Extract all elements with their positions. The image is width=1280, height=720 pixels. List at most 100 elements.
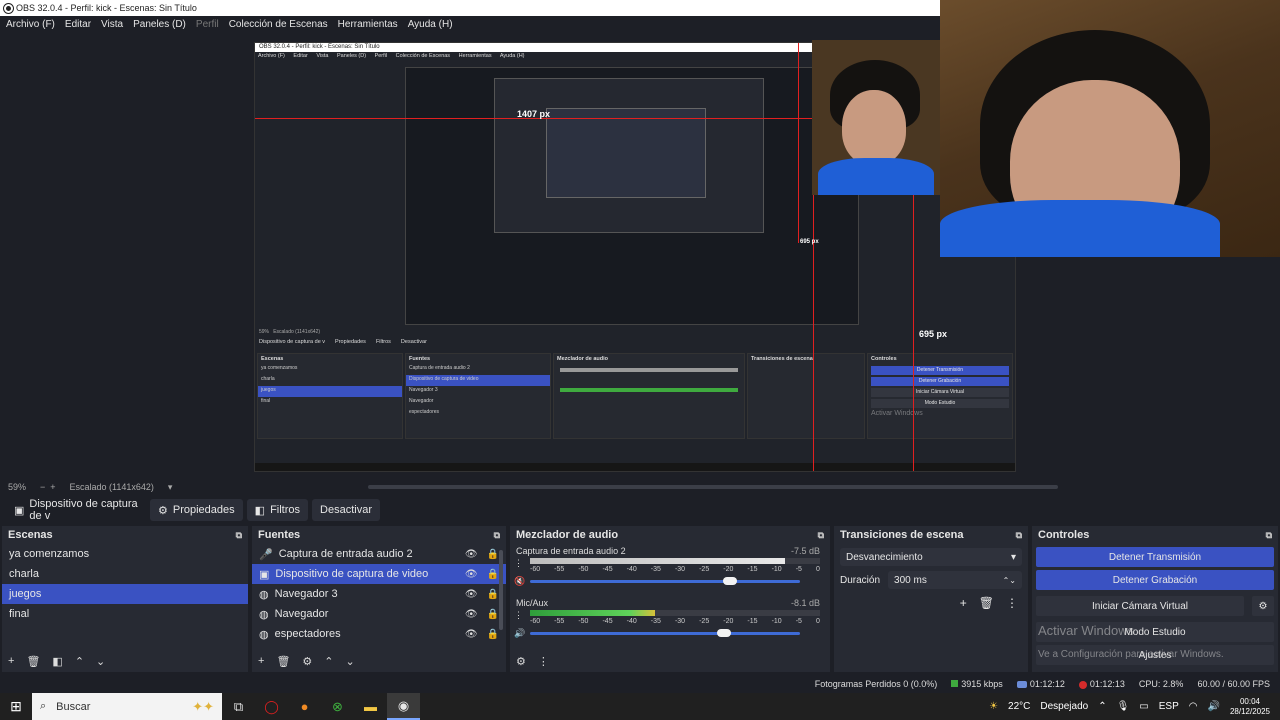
fps: 60.00 / 60.00 FPS bbox=[1197, 679, 1270, 689]
file-explorer-icon[interactable]: ▬ bbox=[354, 693, 387, 720]
source-item[interactable]: 🎤 Captura de entrada audio 2 👁 🔒 bbox=[252, 544, 506, 564]
microphone-icon: 🎤 bbox=[259, 548, 273, 561]
volume-fader[interactable] bbox=[530, 577, 800, 585]
webcam-shirt bbox=[940, 200, 1220, 257]
kebab-menu-icon[interactable]: ⋮ bbox=[538, 655, 549, 668]
microphone-icon[interactable]: 🎙 bbox=[1117, 701, 1130, 712]
weather-icon[interactable]: ☀ bbox=[989, 701, 998, 712]
chevron-up-icon[interactable]: ⌃ bbox=[324, 655, 333, 668]
broadcast-icon bbox=[1016, 681, 1027, 689]
chevron-up-icon[interactable]: ⌃ bbox=[1098, 701, 1106, 712]
scene-item[interactable]: ya comenzamos bbox=[2, 544, 248, 564]
add-icon[interactable]: + bbox=[258, 655, 264, 668]
stop-streaming-button[interactable]: Detener Transmisión bbox=[1036, 547, 1274, 567]
nested-scene: charla bbox=[261, 376, 275, 382]
duration-spinbox[interactable]: 300 ms ⌃⌄ bbox=[888, 571, 1022, 589]
chevron-down-icon[interactable]: ⌄ bbox=[346, 655, 355, 668]
volume-meter bbox=[530, 610, 820, 616]
lock-icon[interactable]: 🔒 bbox=[487, 609, 499, 620]
lock-icon[interactable]: 🔒 bbox=[487, 549, 499, 560]
lock-icon[interactable]: 🔒 bbox=[487, 629, 499, 640]
eye-icon[interactable]: 👁 bbox=[465, 549, 478, 560]
scene-item[interactable]: charla bbox=[2, 564, 248, 584]
menu-view[interactable]: Vista bbox=[101, 19, 123, 30]
scene-item-selected[interactable]: juegos bbox=[2, 584, 248, 604]
opera-icon[interactable]: ◯ bbox=[255, 693, 288, 720]
filters-button[interactable]: ◧ Filtros bbox=[246, 499, 309, 521]
trash-icon[interactable]: 🗑 bbox=[979, 596, 994, 610]
virtual-cam-settings-icon[interactable]: ⚙ bbox=[1252, 596, 1274, 616]
firefox-icon[interactable]: ● bbox=[288, 693, 321, 720]
eye-icon[interactable]: 👁 bbox=[465, 629, 478, 640]
menu-help[interactable]: Ayuda (H) bbox=[408, 19, 453, 30]
menu-tools[interactable]: Herramientas bbox=[338, 19, 398, 30]
menu-docks[interactable]: Paneles (D) bbox=[133, 19, 186, 30]
xbox-icon[interactable]: ⊗ bbox=[321, 693, 354, 720]
trash-icon[interactable]: 🗑 bbox=[26, 655, 40, 668]
network-icon[interactable]: ▭ bbox=[1139, 701, 1148, 712]
properties-label: Propiedades bbox=[172, 504, 235, 516]
zoom-level[interactable]: 59% bbox=[8, 482, 26, 492]
volume-fader[interactable] bbox=[530, 629, 800, 637]
source-item[interactable]: ◍ espectadores 👁 🔒 bbox=[252, 624, 506, 644]
nested-deactivate: Desactivar bbox=[400, 339, 427, 345]
kebab-menu-icon[interactable]: ⋮ bbox=[514, 558, 523, 569]
obs-taskbar-icon[interactable]: ◉ bbox=[387, 693, 420, 720]
gear-icon[interactable]: ⚙ bbox=[302, 655, 312, 668]
fader-knob[interactable] bbox=[722, 577, 737, 585]
properties-button[interactable]: ⚙ Propiedades bbox=[150, 499, 243, 521]
scale-label: -55 bbox=[554, 618, 565, 625]
menu-scene-collection[interactable]: Colección de Escenas bbox=[229, 19, 328, 30]
stop-recording-button[interactable]: Detener Grabación bbox=[1036, 570, 1274, 590]
eye-icon[interactable]: 👁 bbox=[465, 569, 478, 580]
duration-value: 300 ms bbox=[894, 574, 927, 586]
lock-icon[interactable]: 🔒 bbox=[487, 589, 499, 600]
task-view-icon[interactable]: ⧉ bbox=[222, 693, 255, 720]
start-virtual-cam-button[interactable]: Iniciar Cámara Virtual bbox=[1036, 596, 1244, 616]
nested-mixer-title: Mezclador de audio bbox=[557, 356, 609, 362]
undock-icon[interactable]: ⧉ bbox=[818, 530, 824, 541]
source-item-selected[interactable]: ▣ Dispositivo de captura de video 👁 🔒 bbox=[252, 564, 506, 584]
language-indicator[interactable]: ESP bbox=[1159, 701, 1179, 712]
sources-scrollbar[interactable] bbox=[499, 550, 503, 630]
chevron-up-icon[interactable]: ⌃ bbox=[75, 655, 84, 668]
filter-icon[interactable]: ◧ bbox=[52, 655, 62, 668]
weather-temp[interactable]: 22°C bbox=[1008, 701, 1030, 712]
weather-desc[interactable]: Despejado bbox=[1040, 701, 1088, 712]
spinner-icon[interactable]: ⌃⌄ bbox=[1003, 576, 1016, 585]
speaker-icon[interactable]: 🔊 bbox=[514, 628, 525, 639]
fader-knob[interactable] bbox=[717, 629, 732, 637]
deactivate-button[interactable]: Desactivar bbox=[312, 499, 380, 521]
nested-taskbar bbox=[255, 463, 1015, 471]
lock-icon[interactable]: 🔒 bbox=[487, 569, 499, 580]
kebab-menu-icon[interactable]: ⋮ bbox=[514, 610, 523, 621]
transition-select[interactable]: Desvanecimiento ▾ bbox=[840, 548, 1022, 566]
add-icon[interactable]: + bbox=[8, 655, 14, 668]
undock-icon[interactable]: ⧉ bbox=[1266, 530, 1272, 541]
wifi-icon[interactable]: ◠ bbox=[1189, 701, 1198, 712]
scene-item[interactable]: final bbox=[2, 604, 248, 624]
clock[interactable]: 00:04 28/12/2025 bbox=[1230, 697, 1270, 717]
undock-icon[interactable]: ⧉ bbox=[494, 530, 500, 541]
kebab-menu-icon[interactable]: ⋮ bbox=[1006, 596, 1018, 610]
menu-edit[interactable]: Editar bbox=[65, 19, 91, 30]
volume-icon[interactable]: 🔊 bbox=[1208, 701, 1220, 712]
add-icon[interactable]: + bbox=[960, 596, 967, 610]
undock-icon[interactable]: ⧉ bbox=[1016, 530, 1022, 541]
eye-icon[interactable]: 👁 bbox=[465, 589, 478, 600]
preview-horizontal-scrollbar[interactable] bbox=[368, 485, 1058, 489]
muted-speaker-icon[interactable]: 🔇 bbox=[514, 576, 525, 587]
eye-icon[interactable]: 👁 bbox=[465, 609, 478, 620]
windows-start-icon[interactable]: ⊞ bbox=[0, 698, 32, 715]
gear-icon[interactable]: ⚙ bbox=[516, 655, 526, 668]
undock-icon[interactable]: ⧉ bbox=[236, 530, 242, 541]
menu-profile[interactable]: Perfil bbox=[196, 19, 219, 30]
trash-icon[interactable]: 🗑 bbox=[276, 655, 290, 668]
zoom-in-icon[interactable]: − + bbox=[40, 482, 56, 492]
taskbar-search[interactable]: ⌕ Buscar ✦✦ bbox=[32, 693, 222, 720]
chevron-down-icon[interactable]: ⌄ bbox=[96, 655, 105, 668]
menu-file[interactable]: Archivo (F) bbox=[6, 19, 55, 30]
source-item[interactable]: ◍ Navegador 👁 🔒 bbox=[252, 604, 506, 624]
chevron-down-icon[interactable]: ▾ bbox=[168, 482, 173, 493]
source-item[interactable]: ◍ Navegador 3 👁 🔒 bbox=[252, 584, 506, 604]
